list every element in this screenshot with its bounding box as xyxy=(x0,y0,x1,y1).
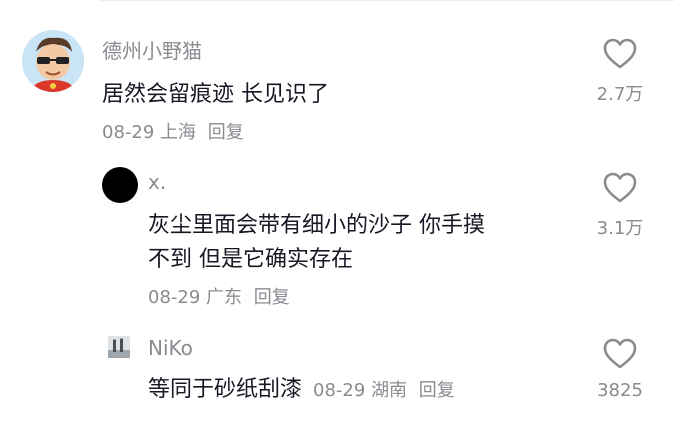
comment-location: 湖南 xyxy=(371,380,408,401)
reply-button[interactable]: 回复 xyxy=(208,122,244,143)
heart-outline-icon xyxy=(603,38,637,69)
top-divider xyxy=(100,0,674,1)
comment-username[interactable]: x. xyxy=(148,170,166,194)
comment-meta: 08-29 上海 回复 xyxy=(102,118,244,144)
comment-text: 居然会留痕迹 长见识了 xyxy=(102,82,329,107)
photo-thumbnail-avatar-icon xyxy=(108,336,130,358)
avatar[interactable] xyxy=(102,167,138,203)
comment-location: 广东 xyxy=(206,287,243,308)
reply-button[interactable]: 回复 xyxy=(419,380,455,401)
avatar[interactable] xyxy=(22,30,84,92)
like-button[interactable]: 3.1万 xyxy=(590,172,650,240)
heart-outline-icon xyxy=(603,338,637,369)
like-count: 2.7万 xyxy=(596,84,644,105)
comment-text-line: 灰尘里面会带有细小的沙子 你手摸 xyxy=(148,213,485,238)
comment-date: 08-29 xyxy=(102,122,155,143)
avatar[interactable] xyxy=(108,336,130,358)
comment-text-line: 不到 但是它确实存在 xyxy=(148,247,353,272)
comment-date: 08-29 xyxy=(313,380,366,401)
comment-text: 等同于砂纸刮漆 xyxy=(148,377,303,402)
reply-button[interactable]: 回复 xyxy=(254,287,290,308)
heart-outline-icon xyxy=(603,172,637,203)
like-button[interactable]: 3825 xyxy=(590,338,650,401)
cartoon-boy-sunglasses-avatar-icon xyxy=(22,30,84,92)
like-button[interactable]: 2.7万 xyxy=(590,38,650,106)
like-count: 3.1万 xyxy=(596,218,644,239)
comment-username[interactable]: NiKo xyxy=(148,336,193,360)
comment-meta: 08-29 广东 回复 xyxy=(148,283,290,309)
comment-location: 上海 xyxy=(160,122,197,143)
comment-username[interactable]: 德州小野猫 xyxy=(102,35,202,64)
comment-text-row: 等同于砂纸刮漆 08-29 湖南 回复 xyxy=(148,373,455,408)
comment-date: 08-29 xyxy=(148,287,201,308)
comment-meta: 08-29 湖南 回复 xyxy=(313,380,455,401)
like-count: 3825 xyxy=(597,380,643,401)
